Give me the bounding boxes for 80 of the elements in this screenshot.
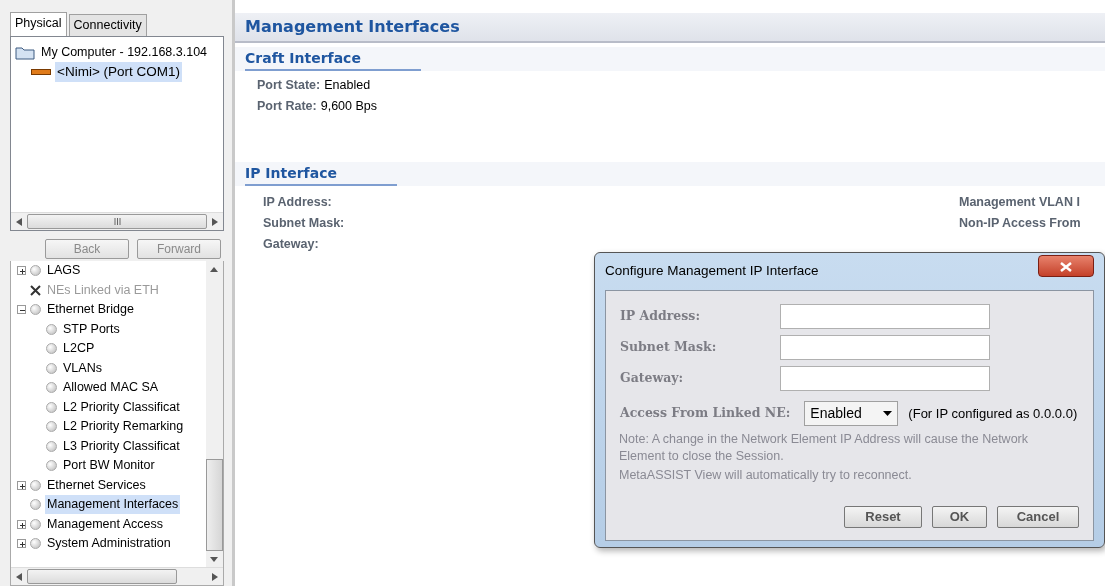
status-icon [46,343,57,355]
device-icon [31,68,51,77]
tree-item[interactable]: L3 Priority Classificat [61,436,182,456]
tab[interactable]: Physical [10,12,67,36]
note-text: Note: A change in the Network Element IP Address will cause the Network Element to close the Session. [619,431,1029,465]
tree-item[interactable]: Management Access [45,514,166,534]
tree-item[interactable]: STP Ports [61,319,122,339]
grip-icon[interactable] [113,218,121,225]
status-icon [46,460,57,472]
hint-text: (For IP configured as 0.0.0.0) [908,404,1078,423]
status-icon [30,479,41,491]
note-text: MetaASSIST View will automatically try to reconnect. [619,467,913,484]
tree-item[interactable]: L2 Priority Remarking [61,417,186,437]
horizontal-scrollbar[interactable] [11,567,223,585]
tree-item[interactable]: Port BW Monitor [61,456,157,476]
field-label: Management VLAN I [959,194,1080,212]
tree-item[interactable]: L2CP [61,339,97,359]
left-arrow-icon[interactable] [16,217,22,226]
tab[interactable]: Connectivity [68,14,147,36]
input-field[interactable] [780,366,990,391]
left-arrow-icon[interactable] [16,572,22,581]
horizontal-scrollbar[interactable] [11,212,223,230]
field-value: 9,600 Bps [320,98,378,116]
expand-icon[interactable] [17,266,26,276]
cross-icon [30,284,41,296]
field-label: Subnet Mask: [263,215,345,233]
caret-icon [883,411,893,416]
status-icon [46,382,57,394]
dialog-button[interactable]: Cancel [997,506,1079,528]
tree-item[interactable]: <Nimi> (Port COM1) [55,62,183,83]
field-label: Port Rate: [257,98,317,116]
right-arrow-icon[interactable] [212,572,218,581]
close-icon [1060,261,1072,272]
input-field[interactable] [780,335,990,360]
field-label: IP Address: [263,194,332,212]
input-field[interactable] [780,304,990,329]
tree-item[interactable]: Ethernet Services [45,475,148,495]
status-icon [46,401,57,413]
close-button[interactable] [1038,254,1094,277]
dialog-button[interactable]: OK [932,506,987,528]
tree-item[interactable]: Ethernet Bridge [45,300,136,320]
right-arrow-icon[interactable] [212,217,218,226]
status-icon [30,518,41,530]
expand-icon[interactable] [17,519,26,529]
expand-icon[interactable] [17,480,26,490]
section-title: Craft Interface [245,48,421,71]
status-icon [30,265,41,277]
status-icon [30,538,41,550]
status-icon [46,421,57,433]
field-label: Gateway: [620,369,685,388]
section-title: IP Interface [245,163,397,186]
tree-item[interactable]: L2 Priority Classificat [61,397,182,417]
collapse-icon[interactable] [17,305,26,315]
down-arrow-icon[interactable] [210,556,218,562]
folder-icon [15,45,35,61]
status-icon [46,440,57,452]
tree-item[interactable]: Management Interfaces [45,495,181,515]
tree-item[interactable]: LAGS [45,261,83,281]
status-icon [30,304,41,316]
tree-item[interactable]: System Administration [45,534,173,554]
field-label: Access From Linked NE: [620,404,791,423]
expand-icon[interactable] [17,539,26,549]
tree-item[interactable]: VLANs [61,358,104,378]
status-icon [30,499,41,511]
field-label: Subnet Mask: [620,338,718,357]
field-value: Enabled [324,77,371,95]
status-icon [46,323,57,335]
tree-item[interactable]: Allowed MAC SA [61,378,161,398]
dropdown[interactable]: Enabled [804,401,899,426]
tree-item[interactable]: My Computer - 192.168.3.104 [39,43,210,63]
vertical-scrollbar[interactable] [206,261,223,567]
field-label: Non-IP Access From [959,215,1081,233]
page-title: Management Interfaces [235,13,1105,43]
status-icon [46,362,57,374]
field-label: IP Address: [620,307,701,326]
field-label: Port State: [257,77,321,95]
dialog-button[interactable]: Reset [844,506,922,528]
field-label: Gateway: [263,236,319,254]
dialog-title: Configure Management IP Interface [605,262,819,281]
up-arrow-icon[interactable] [210,266,218,272]
